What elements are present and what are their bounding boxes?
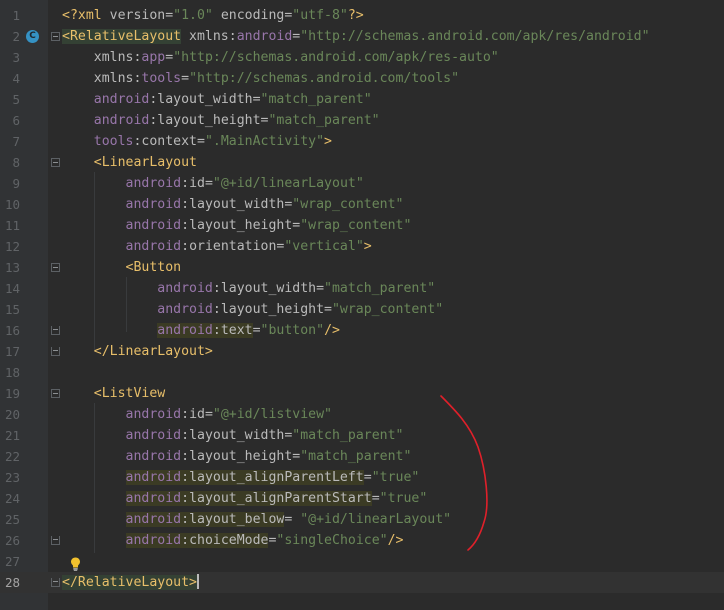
code-text[interactable]: android:layout_height="wrap_content": [62, 299, 443, 320]
code-text[interactable]: android:layout_width="wrap_content": [62, 194, 404, 215]
line-number: 2: [12, 29, 20, 44]
code-text[interactable]: android:layout_height="match_parent": [62, 110, 380, 131]
code-text[interactable]: android:layout_alignParentLeft="true": [62, 467, 419, 488]
code-text[interactable]: xmlns:tools="http://schemas.android.com/…: [62, 68, 459, 89]
fold-end-icon[interactable]: [51, 326, 60, 335]
fold-end-icon[interactable]: [51, 347, 60, 356]
code-line[interactable]: 10 android:layout_width="wrap_content": [0, 194, 724, 215]
line-number: 24: [4, 491, 20, 506]
code-line[interactable]: 20 android:id="@+id/listview": [0, 404, 724, 425]
code-line[interactable]: 12 android:orientation="vertical">: [0, 236, 724, 257]
code-text[interactable]: android:layout_width="match_parent": [62, 425, 404, 446]
fold-end-icon[interactable]: [51, 578, 60, 587]
code-line[interactable]: 17 </LinearLayout>: [0, 341, 724, 362]
code-line[interactable]: 9 android:id="@+id/linearLayout": [0, 173, 724, 194]
line-number: 28: [4, 575, 20, 590]
line-number: 23: [4, 470, 20, 485]
code-line[interactable]: 16 android:text="button"/>: [0, 320, 724, 341]
line-number: 21: [4, 428, 20, 443]
code-line[interactable]: 1 <?xml version="1.0" encoding="utf-8"?>: [0, 5, 724, 26]
code-line[interactable]: 5 android:layout_width="match_parent": [0, 89, 724, 110]
line-number: 16: [4, 323, 20, 338]
code-line[interactable]: 11 android:layout_height="wrap_content": [0, 215, 724, 236]
code-line[interactable]: 28 </RelativeLayout>: [0, 572, 724, 593]
line-number: 7: [12, 134, 20, 149]
line-number: 11: [4, 218, 20, 233]
code-line[interactable]: 4 xmlns:tools="http://schemas.android.co…: [0, 68, 724, 89]
code-line[interactable]: 15 android:layout_height="wrap_content": [0, 299, 724, 320]
code-editor[interactable]: C 1 <?xml version="1.0" encoding="utf-8"?…: [0, 0, 724, 610]
code-line[interactable]: 23 android:layout_alignParentLeft="true": [0, 467, 724, 488]
code-line[interactable]: 8 <LinearLayout: [0, 152, 724, 173]
code-line[interactable]: 19 <ListView: [0, 383, 724, 404]
code-text[interactable]: <?xml version="1.0" encoding="utf-8"?>: [62, 5, 364, 26]
line-number: 17: [4, 344, 20, 359]
line-number: 26: [4, 533, 20, 548]
code-line[interactable]: 21 android:layout_width="match_parent": [0, 425, 724, 446]
code-line[interactable]: 3 xmlns:app="http://schemas.android.com/…: [0, 47, 724, 68]
fold-toggle-icon[interactable]: [51, 389, 60, 398]
code-text[interactable]: android:layout_height="match_parent": [62, 446, 412, 467]
code-text[interactable]: tools:context=".MainActivity">: [62, 131, 332, 152]
line-number: 12: [4, 239, 20, 254]
fold-end-icon[interactable]: [51, 536, 60, 545]
code-text[interactable]: android:layout_height="wrap_content": [62, 215, 412, 236]
line-number: 18: [4, 365, 20, 380]
line-number: 6: [12, 113, 20, 128]
code-line[interactable]: 14 android:layout_width="match_parent": [0, 278, 724, 299]
code-text[interactable]: android:id="@+id/listview": [62, 404, 332, 425]
code-text[interactable]: android:layout_width="match_parent": [62, 89, 372, 110]
code-line[interactable]: 7 tools:context=".MainActivity">: [0, 131, 724, 152]
code-text[interactable]: xmlns:app="http://schemas.android.com/ap…: [62, 47, 499, 68]
code-text[interactable]: <RelativeLayout xmlns:android="http://sc…: [62, 26, 650, 47]
code-line[interactable]: 27: [0, 551, 724, 572]
line-number: 27: [4, 554, 20, 569]
line-number: 13: [4, 260, 20, 275]
code-line[interactable]: 24 android:layout_alignParentStart="true…: [0, 488, 724, 509]
code-line[interactable]: 26 android:choiceMode="singleChoice"/>: [0, 530, 724, 551]
fold-toggle-icon[interactable]: [51, 32, 60, 41]
line-number: 15: [4, 302, 20, 317]
code-text[interactable]: android:layout_below= "@+id/linearLayout…: [62, 509, 451, 530]
code-line[interactable]: 18: [0, 362, 724, 383]
code-line[interactable]: 25 android:layout_below= "@+id/linearLay…: [0, 509, 724, 530]
code-text[interactable]: android:id="@+id/linearLayout": [62, 173, 364, 194]
code-line[interactable]: 22 android:layout_height="match_parent": [0, 446, 724, 467]
code-text[interactable]: android:layout_width="match_parent": [62, 278, 435, 299]
code-text[interactable]: android:layout_alignParentStart="true": [62, 488, 427, 509]
line-number: 10: [4, 197, 20, 212]
code-text[interactable]: android:choiceMode="singleChoice"/>: [62, 530, 403, 551]
line-number: 5: [12, 92, 20, 107]
line-number: 25: [4, 512, 20, 527]
line-number: 19: [4, 386, 20, 401]
code-text[interactable]: </LinearLayout>: [62, 341, 213, 362]
code-text[interactable]: </RelativeLayout>: [62, 572, 199, 593]
line-number: 1: [12, 8, 20, 23]
line-number: 20: [4, 407, 20, 422]
line-number: 4: [12, 71, 20, 86]
code-line[interactable]: 6 android:layout_height="match_parent": [0, 110, 724, 131]
fold-toggle-icon[interactable]: [51, 263, 60, 272]
line-number: 14: [4, 281, 20, 296]
code-text[interactable]: <Button: [62, 257, 182, 278]
line-number: 9: [12, 176, 20, 191]
code-text[interactable]: android:orientation="vertical">: [62, 236, 372, 257]
code-text[interactable]: android:text="button"/>: [62, 320, 340, 341]
line-number: 22: [4, 449, 20, 464]
line-number: 8: [12, 155, 20, 170]
fold-toggle-icon[interactable]: [51, 158, 60, 167]
code-line[interactable]: 13 <Button: [0, 257, 724, 278]
code-text[interactable]: <ListView: [62, 383, 165, 404]
line-number: 3: [12, 50, 20, 65]
code-line[interactable]: 2 <RelativeLayout xmlns:android="http://s…: [0, 26, 724, 47]
code-text[interactable]: <LinearLayout: [62, 152, 197, 173]
